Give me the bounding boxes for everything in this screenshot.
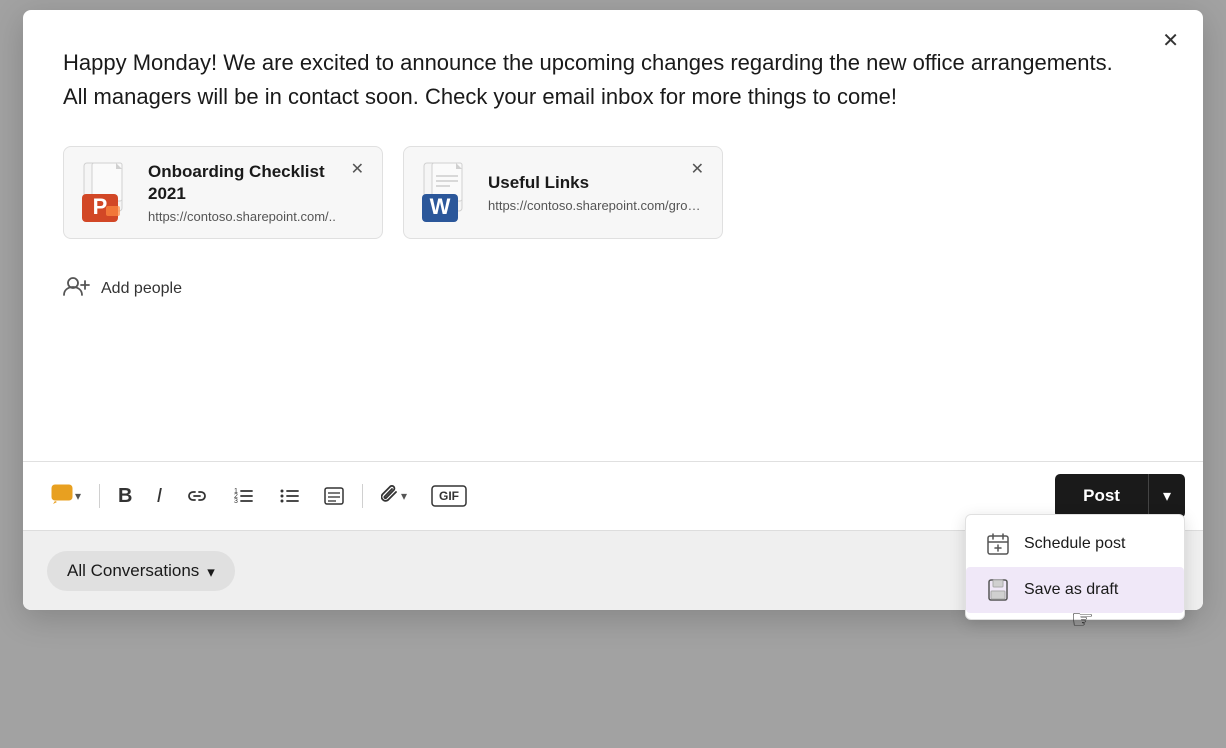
italic-button[interactable]: I: [146, 478, 172, 515]
post-button-group: Post ▾: [1055, 474, 1185, 518]
all-conversations-chevron-icon: ▾: [207, 563, 215, 581]
attachment-card-word: W Useful Links https://contoso.sharepoin…: [403, 146, 723, 239]
all-conversations-label: All Conversations: [67, 561, 199, 581]
attachment-url-word: https://contoso.sharepoint.com/groups/co…: [488, 198, 704, 213]
attachment-title-word: Useful Links: [488, 172, 704, 194]
save-draft-icon: [986, 579, 1010, 601]
numbered-list-button[interactable]: 1 2 3: [222, 480, 264, 512]
schedule-icon: [986, 533, 1010, 555]
close-button[interactable]: ✕: [1154, 24, 1187, 57]
link-button[interactable]: [176, 481, 218, 511]
attachment-info-word: Useful Links https://contoso.sharepoint.…: [488, 172, 704, 213]
post-button[interactable]: Post: [1055, 474, 1148, 518]
remove-attachment-word[interactable]: ✕: [685, 157, 710, 181]
attachment-chevron: ▾: [401, 489, 407, 503]
message-icon: [51, 484, 73, 509]
add-people-row[interactable]: Add people: [63, 269, 1163, 309]
gif-button[interactable]: GIF: [421, 478, 477, 514]
compose-modal: ✕ Happy Monday! We are excited to announ…: [23, 10, 1203, 610]
attachment-title-ppt: Onboarding Checklist 2021: [148, 161, 364, 205]
compose-toolbar: ▾ B I 1 2 3: [23, 461, 1203, 530]
add-people-label: Add people: [101, 280, 182, 298]
post-chevron-icon: ▾: [1163, 486, 1171, 506]
post-chevron-button[interactable]: ▾: [1148, 474, 1185, 518]
post-dropdown-menu: Schedule post Save as draft ☞: [965, 514, 1185, 620]
message-type-button[interactable]: ▾: [41, 477, 91, 516]
ppt-file-icon: P: [82, 162, 134, 224]
text-align-button[interactable]: [314, 480, 354, 512]
svg-text:P: P: [93, 194, 108, 219]
attachment-url-ppt: https://contoso.sharepoint.com/..: [148, 209, 364, 224]
svg-text:W: W: [430, 194, 451, 219]
modal-overlay: ✕ Happy Monday! We are excited to announ…: [0, 0, 1226, 748]
save-draft-label: Save as draft: [1024, 581, 1118, 599]
message-text: Happy Monday! We are excited to announce…: [63, 46, 1113, 114]
attachment-button[interactable]: ▾: [371, 478, 417, 514]
modal-body: Happy Monday! We are excited to announce…: [23, 10, 1203, 461]
all-conversations-button[interactable]: All Conversations ▾: [47, 551, 235, 591]
attachment-card-ppt: P Onboarding Checklist 2021 https://cont…: [63, 146, 383, 239]
save-draft-item[interactable]: Save as draft ☞: [966, 567, 1184, 613]
message-type-chevron: ▾: [75, 489, 81, 503]
toolbar-sep-2: [362, 484, 363, 508]
cursor-hand-icon: ☞: [1071, 604, 1094, 635]
attachment-info-ppt: Onboarding Checklist 2021 https://contos…: [148, 161, 364, 224]
bullet-list-button[interactable]: [268, 480, 310, 512]
bold-button[interactable]: B: [108, 478, 142, 515]
svg-text:GIF: GIF: [439, 489, 459, 503]
add-people-icon: [63, 275, 91, 303]
schedule-post-item[interactable]: Schedule post: [966, 521, 1184, 567]
svg-text:3: 3: [234, 498, 238, 505]
remove-attachment-ppt[interactable]: ✕: [345, 157, 370, 181]
schedule-post-label: Schedule post: [1024, 535, 1125, 553]
toolbar-sep-1: [99, 484, 100, 508]
attachments-container: P Onboarding Checklist 2021 https://cont…: [63, 146, 1163, 239]
word-file-icon: W: [422, 162, 474, 224]
